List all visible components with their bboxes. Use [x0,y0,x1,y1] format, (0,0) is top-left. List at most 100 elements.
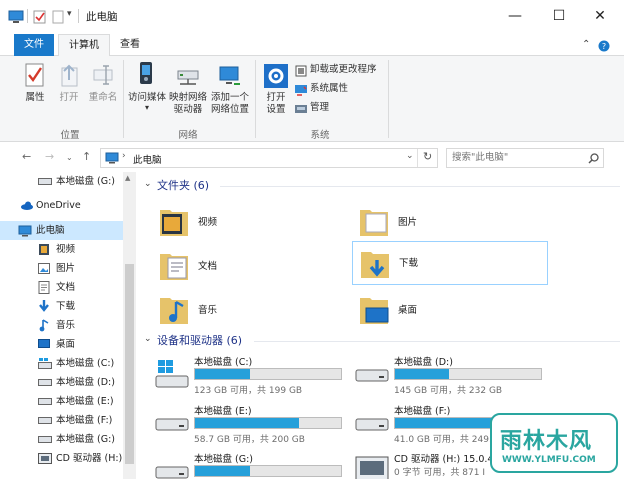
network-location-icon [219,66,240,85]
new-folder-quick-icon[interactable] [52,10,64,24]
system-group-label: 系统 [310,130,330,141]
folder-item-downloads[interactable]: 下载 [352,241,548,285]
drive-icon [38,436,52,443]
uninstall-program-button[interactable]: 卸载或更改程序 [295,64,385,78]
drive-icon [355,418,389,431]
tab-view[interactable]: 查看 [112,34,148,56]
tab-computer[interactable]: 计算机 [58,34,110,57]
back-arrow-icon[interactable]: ← [22,150,31,163]
drive-usage-bar [394,368,542,380]
sidebar-item-documents[interactable]: 文档 [0,278,124,297]
drive-item-d[interactable]: 本地磁盘 (D:) 145 GB 可用，共 232 GB [352,354,552,398]
sidebar-item-downloads[interactable]: 下载 [0,297,124,316]
drive-item-c[interactable]: 本地磁盘 (C:) 123 GB 可用，共 199 GB [152,354,352,398]
drive-icon [155,466,189,479]
sidebar-item-drive-f[interactable]: 本地磁盘 (F:) [0,411,124,430]
settings-label-2: 设置 [266,104,286,115]
help-icon[interactable]: ? [598,40,610,52]
video-icon [39,244,49,255]
location-group-label: 位置 [60,130,80,141]
sidebar-item-label: OneDrive [36,200,81,211]
sidebar-item-label: 本地磁盘 (E:) [56,396,114,407]
rename-button[interactable]: 重命名 [86,62,120,112]
video-folder-icon [160,210,188,236]
cd-drive-icon [355,456,389,479]
section-divider [254,341,620,342]
recent-locations-icon[interactable]: ⌄ [66,153,73,162]
address-bar[interactable]: › 此电脑 ⌄ ↻ [100,148,438,168]
drive-icon [155,418,189,431]
folder-item-videos[interactable]: 视频 [158,202,338,244]
sidebar-item-pictures[interactable]: 图片 [0,259,124,278]
sidebar-item-this-pc[interactable]: 此电脑 [0,221,124,240]
map-network-drive-button[interactable]: 映射网络 驱动器 [168,60,208,116]
open-label: 打开 [59,92,79,103]
collapse-ribbon-icon[interactable]: ⌃ [582,39,590,50]
maximize-button[interactable]: ☐ [548,6,570,26]
sidebar-item-label: 桌面 [56,339,76,350]
properties-button[interactable]: 属性 [20,62,50,112]
folder-item-music[interactable]: 音乐 [158,290,338,332]
quick-access-dropdown[interactable]: ▾ [67,9,72,19]
close-button[interactable]: ✕ [589,6,611,26]
drive-usage-fill [395,369,450,379]
rename-label: 重命名 [88,92,118,103]
tab-file[interactable]: 文件 [14,34,54,56]
uninstall-label: 卸载或更改程序 [310,64,377,75]
folder-item-desktop[interactable]: 桌面 [358,290,548,332]
sidebar-item-music[interactable]: 音乐 [0,316,124,335]
access-media-button[interactable]: 访问媒体 ▾ [126,60,168,116]
folder-item-documents[interactable]: 文档 [158,246,338,288]
sidebar-item-onedrive[interactable]: OneDrive [0,196,124,215]
collapse-folders-icon[interactable]: ⌄ [144,179,152,189]
properties-quick-icon[interactable] [33,10,47,24]
open-settings-button[interactable]: 打开 设置 [260,60,292,116]
system-properties-label: 系统属性 [310,83,349,94]
network-group-label: 网络 [178,130,198,141]
folder-label: 桌面 [398,305,418,316]
watermark-logo: 雨林木风 WWW.YLMFU.COM [490,413,618,473]
address-dropdown-icon[interactable]: ⌄ [406,151,414,161]
sidebar-item-label: 下载 [56,301,76,312]
up-arrow-icon[interactable]: ↑ [82,150,91,163]
drive-name: 本地磁盘 (D:) [394,357,453,368]
title-bar: ▾ 此电脑 — ☐ ✕ [0,0,624,34]
manage-button[interactable]: 管理 [295,102,355,116]
add-network-location-button[interactable]: 添加一个 网络位置 [208,60,252,116]
sidebar-item-videos[interactable]: 视频 [0,240,124,259]
sidebar-scrollbar-thumb[interactable] [125,264,134,464]
folder-label: 视频 [198,217,218,228]
search-input[interactable]: 搜索"此电脑" [446,148,604,168]
sidebar-item-cd-drive[interactable]: CD 驱动器 (H:) [0,449,124,468]
sidebar-item-label: 文档 [56,282,76,293]
sidebar-item-drive-d[interactable]: 本地磁盘 (D:) [0,373,124,392]
drive-space-text: 0 字节 可用，共 871 I [394,468,486,478]
breadcrumb-pc[interactable]: 此电脑 [133,152,162,166]
drive-item-g[interactable]: 本地磁盘 (G:) [152,451,352,479]
sidebar-item-drive-g[interactable]: 本地磁盘 (G:) [0,430,124,449]
minimize-button[interactable]: — [504,6,526,26]
collapse-devices-icon[interactable]: ⌄ [144,334,152,344]
forward-arrow-icon[interactable]: → [45,150,54,163]
picture-icon [38,263,50,274]
folder-item-pictures[interactable]: 图片 [358,202,548,244]
refresh-icon[interactable]: ↻ [423,150,432,163]
sidebar-item-drive-g-top[interactable]: 本地磁盘 (G:) [0,172,124,191]
open-button[interactable]: 打开 [54,62,84,112]
sidebar-item-drive-c[interactable]: 本地磁盘 (C:) [0,354,124,373]
map-drive-label-2: 驱动器 [173,104,203,115]
download-icon [39,300,49,312]
drive-icon [38,178,52,185]
sidebar-item-drive-e[interactable]: 本地磁盘 (E:) [0,392,124,411]
sidebar-item-label: 图片 [56,263,76,274]
system-properties-button[interactable]: 系统属性 [295,83,375,97]
devices-section-header[interactable]: 设备和驱动器 (6) [157,334,242,348]
section-divider [220,186,620,187]
scroll-up-icon[interactable]: ▲ [125,174,130,182]
folder-label: 音乐 [198,305,218,316]
drive-item-e[interactable]: 本地磁盘 (E:) 58.7 GB 可用，共 200 GB [152,403,352,447]
sidebar-item-label: 本地磁盘 (D:) [56,377,115,388]
folders-section-header[interactable]: 文件夹 (6) [157,179,209,193]
sidebar-item-desktop[interactable]: 桌面 [0,335,124,354]
breadcrumb-chevron-icon[interactable]: › [122,151,126,161]
